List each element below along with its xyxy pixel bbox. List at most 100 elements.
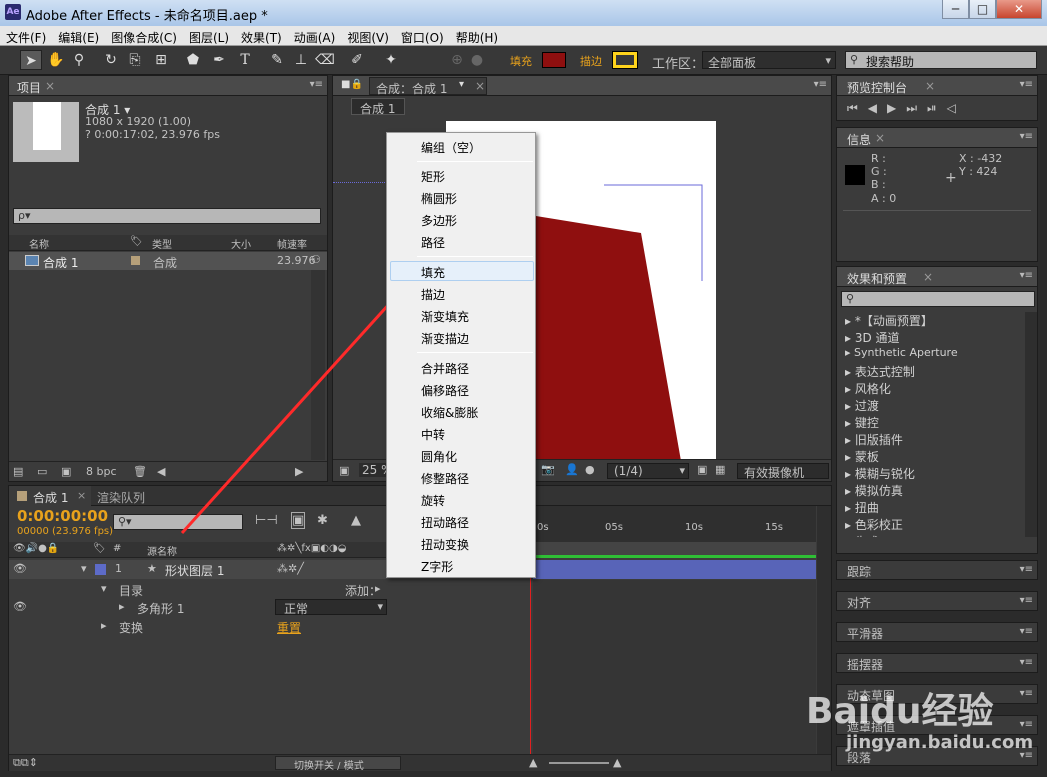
region-of-interest-icon[interactable]: ▣ xyxy=(697,463,707,476)
rotate-tool-icon[interactable]: ↻ xyxy=(100,50,122,70)
trash-icon[interactable]: 🗑 xyxy=(133,465,147,478)
tab-smoother[interactable]: 平滑器 xyxy=(847,625,883,642)
close-tab-icon[interactable]: × xyxy=(923,270,933,284)
effects-item[interactable]: ▸ 蒙板 xyxy=(845,448,879,465)
close-tab-icon[interactable]: × xyxy=(875,131,885,145)
effects-item[interactable]: ▸ 键控 xyxy=(845,414,879,431)
close-button[interactable]: ✕ xyxy=(996,0,1042,19)
tab-render-queue[interactable]: 渲染队列 xyxy=(97,489,145,506)
panel-menu-icon[interactable]: ▾≡ xyxy=(1020,688,1033,699)
tab-composition[interactable]: 合成：合成 1 xyxy=(369,77,487,96)
effects-item[interactable]: ▸ 旧版插件 xyxy=(845,431,903,448)
panel-menu-icon[interactable]: ▾≡ xyxy=(814,79,827,90)
zoom-out-icon[interactable]: ▲ xyxy=(529,756,537,769)
menu-item-repeater[interactable]: 中转 xyxy=(421,426,445,443)
menu-composition[interactable]: 图像合成(C) xyxy=(105,26,183,46)
camera-tool-icon[interactable]: ⎘ xyxy=(124,50,146,70)
scroll-right-icon[interactable]: ▶ xyxy=(295,465,303,478)
close-tab-icon[interactable]: × xyxy=(45,79,55,93)
menu-item-fill[interactable]: 填充 xyxy=(421,264,445,281)
col-fps[interactable]: 帧速率 xyxy=(277,236,307,251)
zoom-tool-icon[interactable]: ⚲ xyxy=(68,50,90,70)
layer-duration-bar[interactable] xyxy=(533,560,816,579)
menu-help[interactable]: 帮助(H) xyxy=(450,26,504,46)
shape-tool-icon[interactable]: ⬟ xyxy=(182,50,204,70)
close-tab-icon[interactable]: × xyxy=(475,79,485,93)
reset-link[interactable]: 重置 xyxy=(277,619,301,636)
snapshot-icon[interactable]: 📷 xyxy=(541,463,555,476)
stroke-swatch[interactable] xyxy=(612,51,638,69)
eye-icon[interactable]: 👁 xyxy=(13,600,27,613)
effects-item[interactable]: ▸ Synthetic Aperture xyxy=(845,346,958,359)
project-search-input[interactable]: ρ▾ xyxy=(13,208,321,224)
menu-item-stroke[interactable]: 描边 xyxy=(421,286,445,303)
effects-item[interactable]: ▸ 生成 xyxy=(845,533,879,537)
expand-triangle-icon[interactable]: ▸ xyxy=(101,619,107,632)
panel-menu-icon[interactable]: ▾≡ xyxy=(310,79,323,90)
minimize-button[interactable]: ─ xyxy=(942,0,969,19)
hand-tool-icon[interactable]: ✋ xyxy=(45,50,67,70)
project-row-comp[interactable]: 合成 1 合成 23.976 ⚇ xyxy=(9,252,327,270)
expand-triangle-icon[interactable]: ▸ xyxy=(119,600,125,613)
effects-item[interactable]: ▸ 模糊与锐化 xyxy=(845,465,915,482)
hide-shy-icon[interactable]: ✱ xyxy=(317,513,328,528)
menu-animation[interactable]: 动画(A) xyxy=(288,26,342,46)
menu-item-pucker-bloat[interactable]: 收缩&膨胀 xyxy=(421,404,478,421)
panel-menu-icon[interactable]: ▾≡ xyxy=(1020,270,1033,281)
effects-item[interactable]: ▸ 风格化 xyxy=(845,380,891,397)
tab-info[interactable]: 信息 xyxy=(847,131,871,148)
lock-icon[interactable]: ■🔒 xyxy=(341,79,363,90)
color-channel-icon[interactable]: ● xyxy=(585,463,595,476)
menu-item-ellipse[interactable]: 椭圆形 xyxy=(421,190,457,207)
text-tool-icon[interactable]: T xyxy=(234,50,256,70)
interpret-footage-icon[interactable]: ▤ xyxy=(13,465,23,478)
search-help-input[interactable]: ⚲ 搜索帮助 xyxy=(845,51,1037,69)
menu-edit[interactable]: 编辑(E) xyxy=(52,26,105,46)
draft-3d-icon[interactable]: ▣ xyxy=(291,512,306,529)
close-tab-icon[interactable]: × xyxy=(925,79,935,93)
eye-icon[interactable]: 👁 xyxy=(13,562,27,575)
roto-brush-icon[interactable]: ✐ xyxy=(346,50,368,70)
effects-item[interactable]: ▸ 3D 通道 xyxy=(845,329,900,346)
effects-item[interactable]: ▸ 表达式控制 xyxy=(845,363,915,380)
menu-view[interactable]: 视图(V) xyxy=(341,26,395,46)
camera-select[interactable]: 有效摄像机 xyxy=(737,463,829,480)
new-folder-icon[interactable]: ▭ xyxy=(37,465,47,478)
tab-align[interactable]: 对齐 xyxy=(847,594,871,611)
panel-menu-icon[interactable]: ▾≡ xyxy=(1020,131,1033,142)
tab-wiggler[interactable]: 摇摆器 xyxy=(847,656,883,673)
stroke-label[interactable]: 描边 xyxy=(580,53,602,69)
tab-preview[interactable]: 预览控制台 xyxy=(847,79,907,96)
zoom-in-icon[interactable]: ▲ xyxy=(613,756,621,769)
show-snapshot-icon[interactable]: 👤 xyxy=(565,463,579,476)
clone-tool-icon[interactable]: ⊥ xyxy=(290,50,312,70)
effects-item[interactable]: ▸ *【动画预置】 xyxy=(845,312,933,329)
panel-menu-icon[interactable]: ▾≡ xyxy=(1020,657,1033,668)
pan-behind-tool-icon[interactable]: ⊞ xyxy=(150,50,172,70)
maximize-button[interactable]: □ xyxy=(969,0,996,19)
effects-scrollbar[interactable] xyxy=(1025,312,1037,537)
panel-menu-icon[interactable]: ▾≡ xyxy=(1020,626,1033,637)
menu-window[interactable]: 窗口(O) xyxy=(395,26,450,46)
panel-menu-icon[interactable]: ▾≡ xyxy=(1020,564,1033,575)
col-size[interactable]: 大小 xyxy=(231,236,251,251)
menu-item-wiggle-transform[interactable]: 扭动变换 xyxy=(421,536,469,553)
tab-effects-presets[interactable]: 效果和预置 xyxy=(847,270,907,287)
project-scrollbar[interactable] xyxy=(311,270,325,460)
menu-item-group[interactable]: 编组（空） xyxy=(421,139,481,156)
effects-item[interactable]: ▸ 模拟仿真 xyxy=(845,482,903,499)
selection-tool-icon[interactable]: ➤ xyxy=(20,50,42,70)
menu-item-wiggle-paths[interactable]: 扭动路径 xyxy=(421,514,469,531)
tab-timeline-comp[interactable]: 合成 1 × xyxy=(9,486,91,506)
frame-blending-icon[interactable]: ▲ xyxy=(351,513,361,528)
effects-search-input[interactable]: ⚲ xyxy=(841,291,1035,307)
menu-item-polystar[interactable]: 多边形 xyxy=(421,212,457,229)
menu-layer[interactable]: 图层(L) xyxy=(183,26,235,46)
menu-item-merge-paths[interactable]: 合并路径 xyxy=(421,360,469,377)
panel-menu-icon[interactable]: ▾≡ xyxy=(1020,719,1033,730)
contents-row[interactable]: ▾ 目录 添加： ▸ xyxy=(9,580,531,598)
polygon-row[interactable]: 👁 ▸ 多角形 1 正常 ▾ xyxy=(9,598,531,616)
transform-row[interactable]: ▸ 变换 重置 xyxy=(9,617,531,635)
effects-item[interactable]: ▸ 过渡 xyxy=(845,397,879,414)
comp-mini-flowchart-icon[interactable]: ⊢⊣ xyxy=(255,513,278,528)
